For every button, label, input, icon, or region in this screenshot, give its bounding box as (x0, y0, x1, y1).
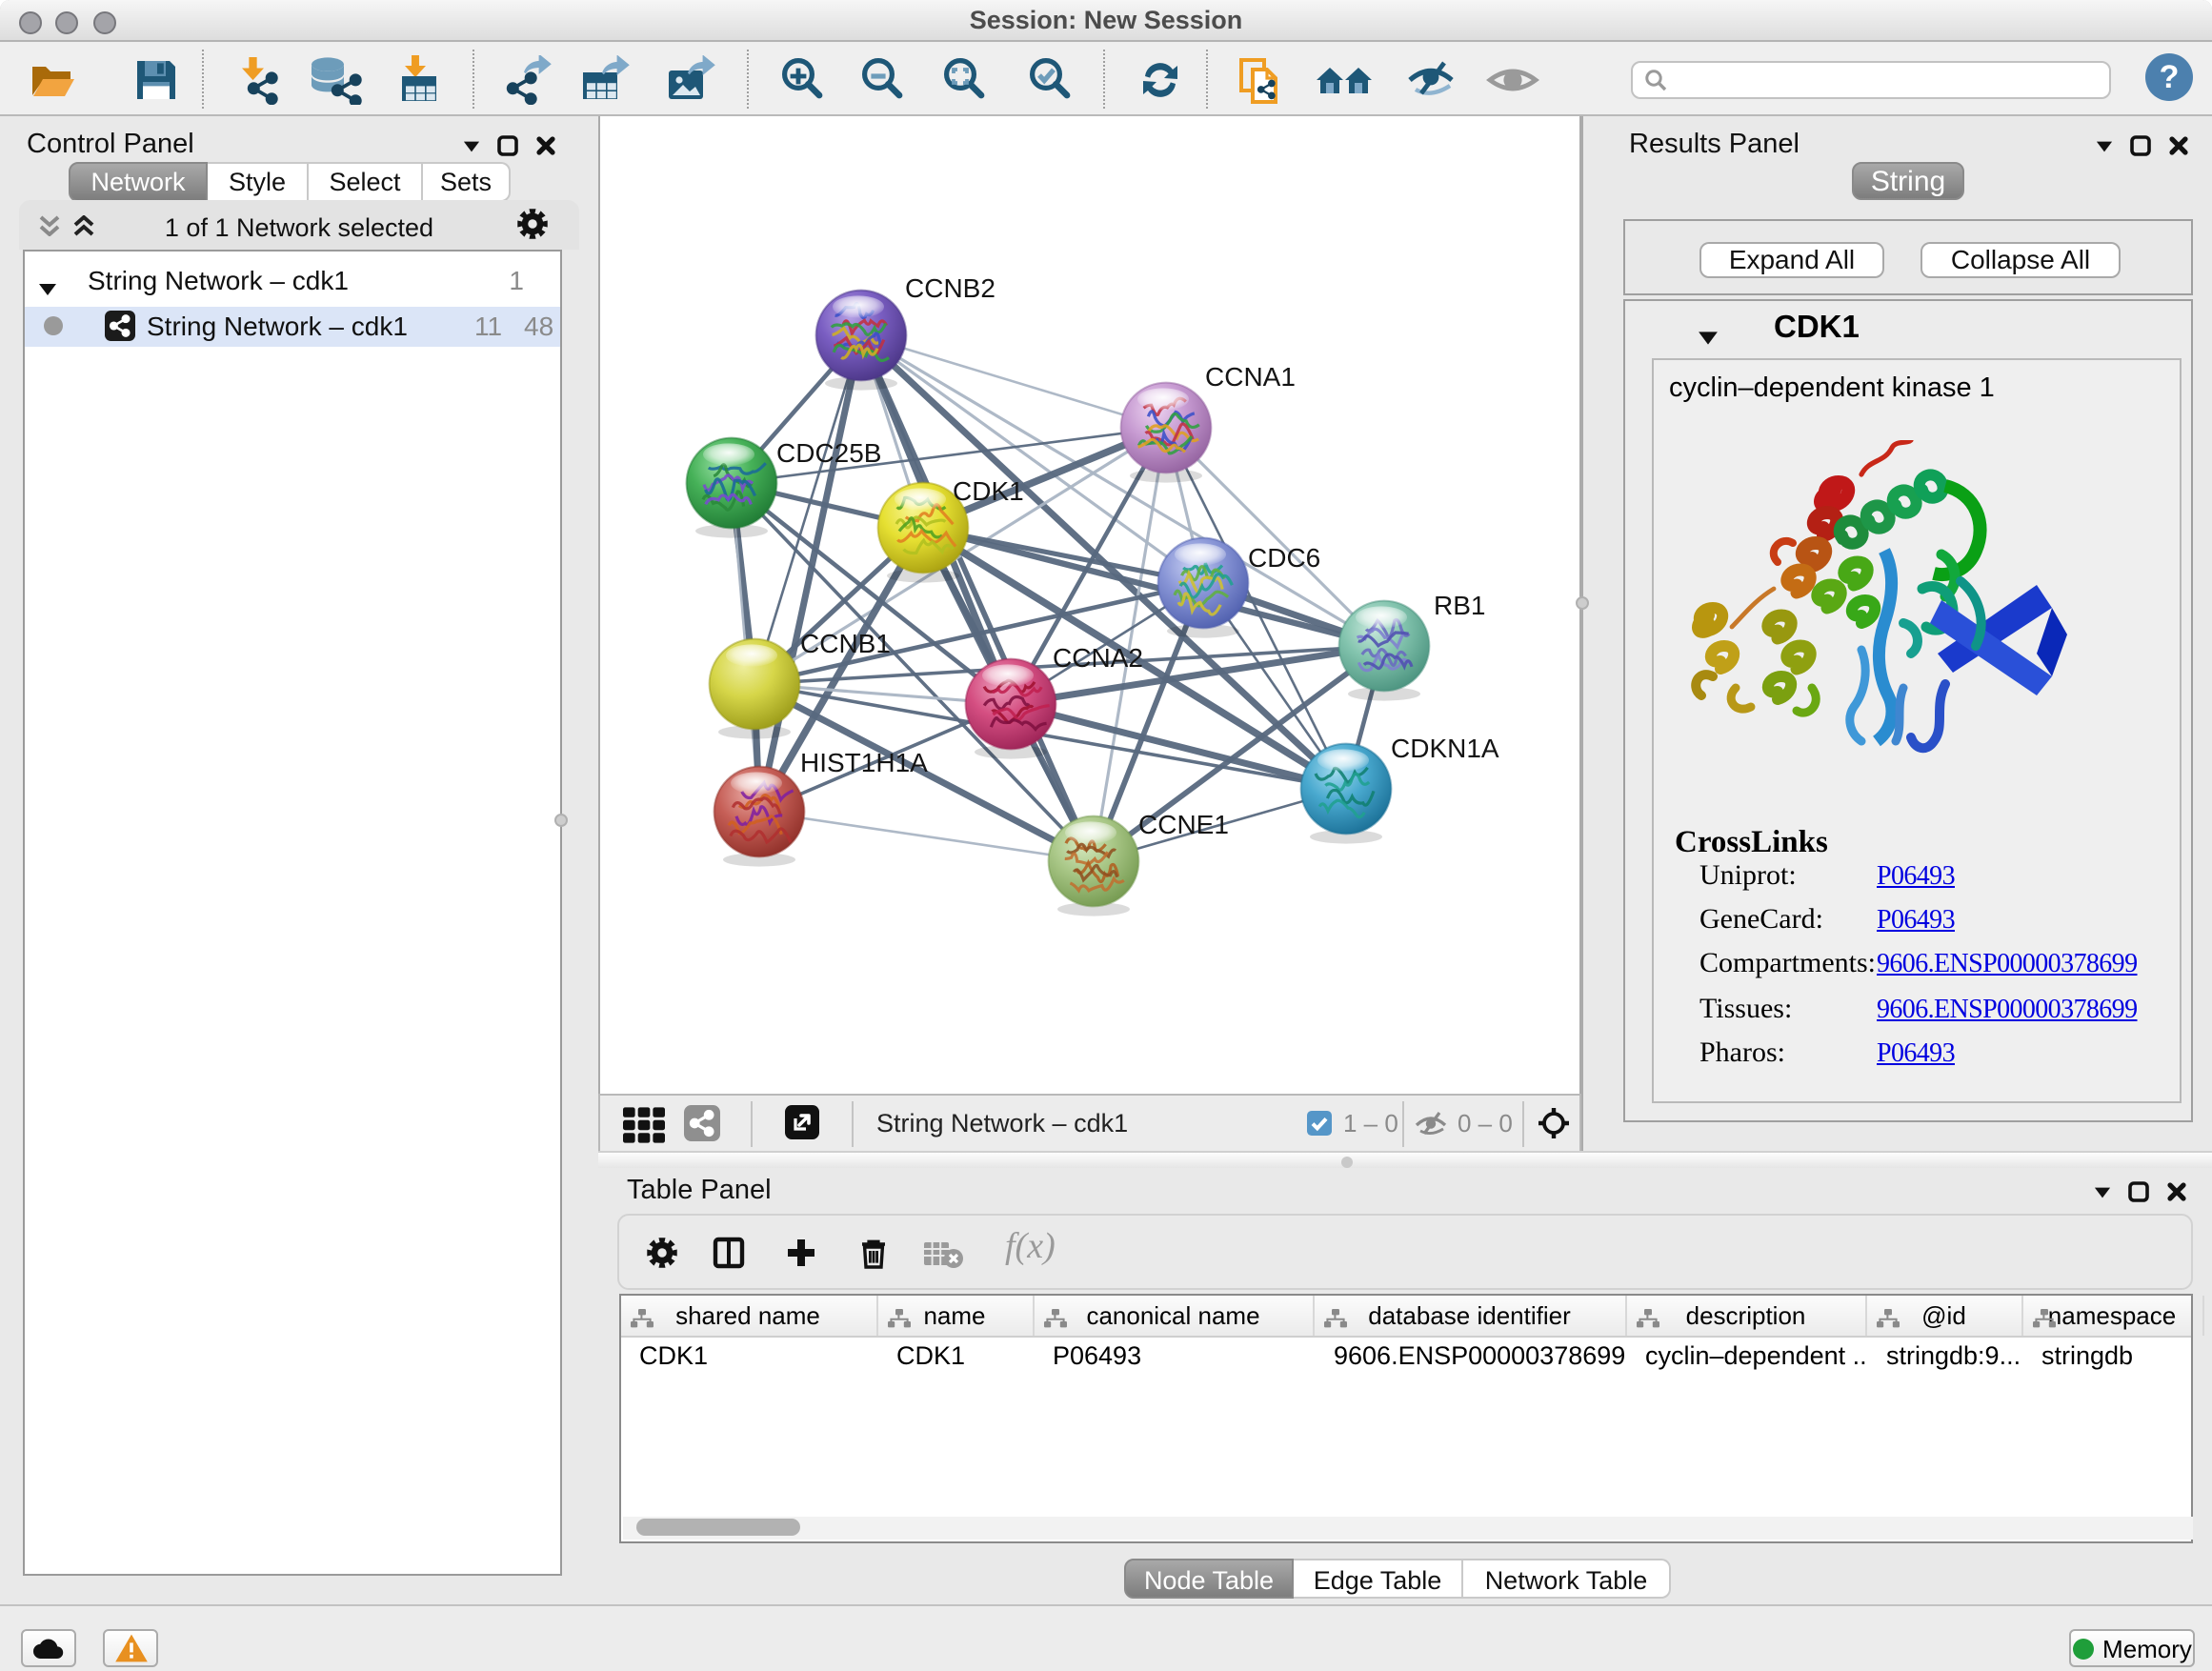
svg-text:CDKN1A: CDKN1A (1391, 734, 1499, 763)
svg-text:CCNA2: CCNA2 (1053, 643, 1143, 673)
svg-text:CDC6: CDC6 (1248, 543, 1320, 573)
svg-text:CCNA1: CCNA1 (1205, 362, 1296, 392)
svg-text:CDK1: CDK1 (953, 476, 1024, 506)
svg-text:HIST1H1A: HIST1H1A (800, 748, 928, 777)
svg-text:RB1: RB1 (1434, 591, 1485, 620)
svg-text:CCNE1: CCNE1 (1138, 810, 1229, 839)
svg-text:CCNB1: CCNB1 (800, 629, 891, 658)
svg-text:CCNB2: CCNB2 (905, 273, 995, 303)
svg-text:CDC25B: CDC25B (776, 438, 881, 468)
